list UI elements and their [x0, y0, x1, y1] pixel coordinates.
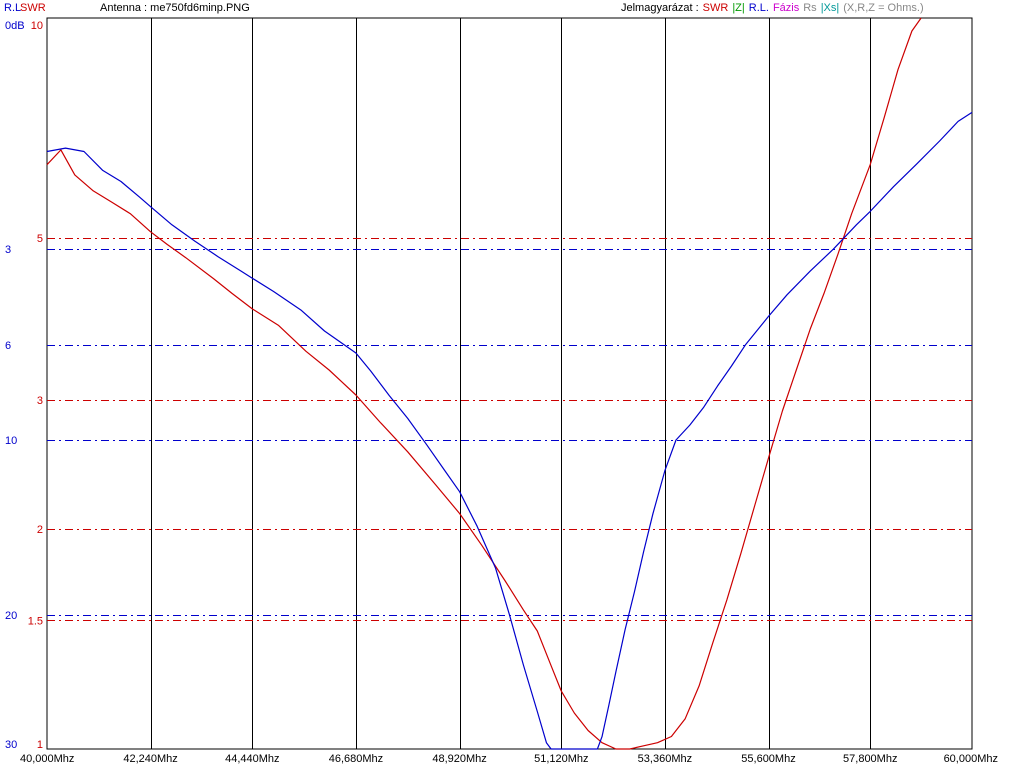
swr-tick-label: 5	[37, 233, 43, 245]
x-tick-label: 55,600Mhz	[741, 753, 795, 765]
swr-tick-label: 2	[37, 524, 43, 536]
x-tick-label: 60,000Mhz	[944, 753, 998, 765]
chart-window: R.L SWR Antenna : me750fd6minp.PNG Jelma…	[0, 0, 1024, 768]
x-tick-label: 51,120Mhz	[534, 753, 588, 765]
rl-tick-label: 3	[5, 244, 11, 256]
rl-tick-label: 30	[5, 739, 17, 751]
x-tick-label: 57,800Mhz	[843, 753, 897, 765]
x-tick-label: 53,360Mhz	[638, 753, 692, 765]
swr-tick-label: 1.5	[28, 615, 43, 627]
rl-tick-label: 6	[5, 340, 11, 352]
rl-tick-label: 20	[5, 610, 17, 622]
rl-tick-label: 10	[5, 435, 17, 447]
x-tick-label: 48,920Mhz	[432, 753, 486, 765]
x-tick-label: 42,240Mhz	[123, 753, 177, 765]
swr-tick-label: 1	[37, 739, 43, 751]
swr-rl-chart: 40,000Mhz 42,240Mhz 44,440Mhz 46,680Mhz 48,9…	[5, 17, 998, 765]
x-tick-label: 40,000Mhz	[20, 753, 74, 765]
swr-tick-label: 3	[37, 395, 43, 407]
swr-tick-label: 10	[31, 20, 43, 32]
rl-tick-label: 0dB	[5, 20, 25, 32]
x-tick-label: 44,440Mhz	[225, 753, 279, 765]
plot-frame	[46, 17, 973, 750]
x-tick-label: 46,680Mhz	[329, 753, 383, 765]
